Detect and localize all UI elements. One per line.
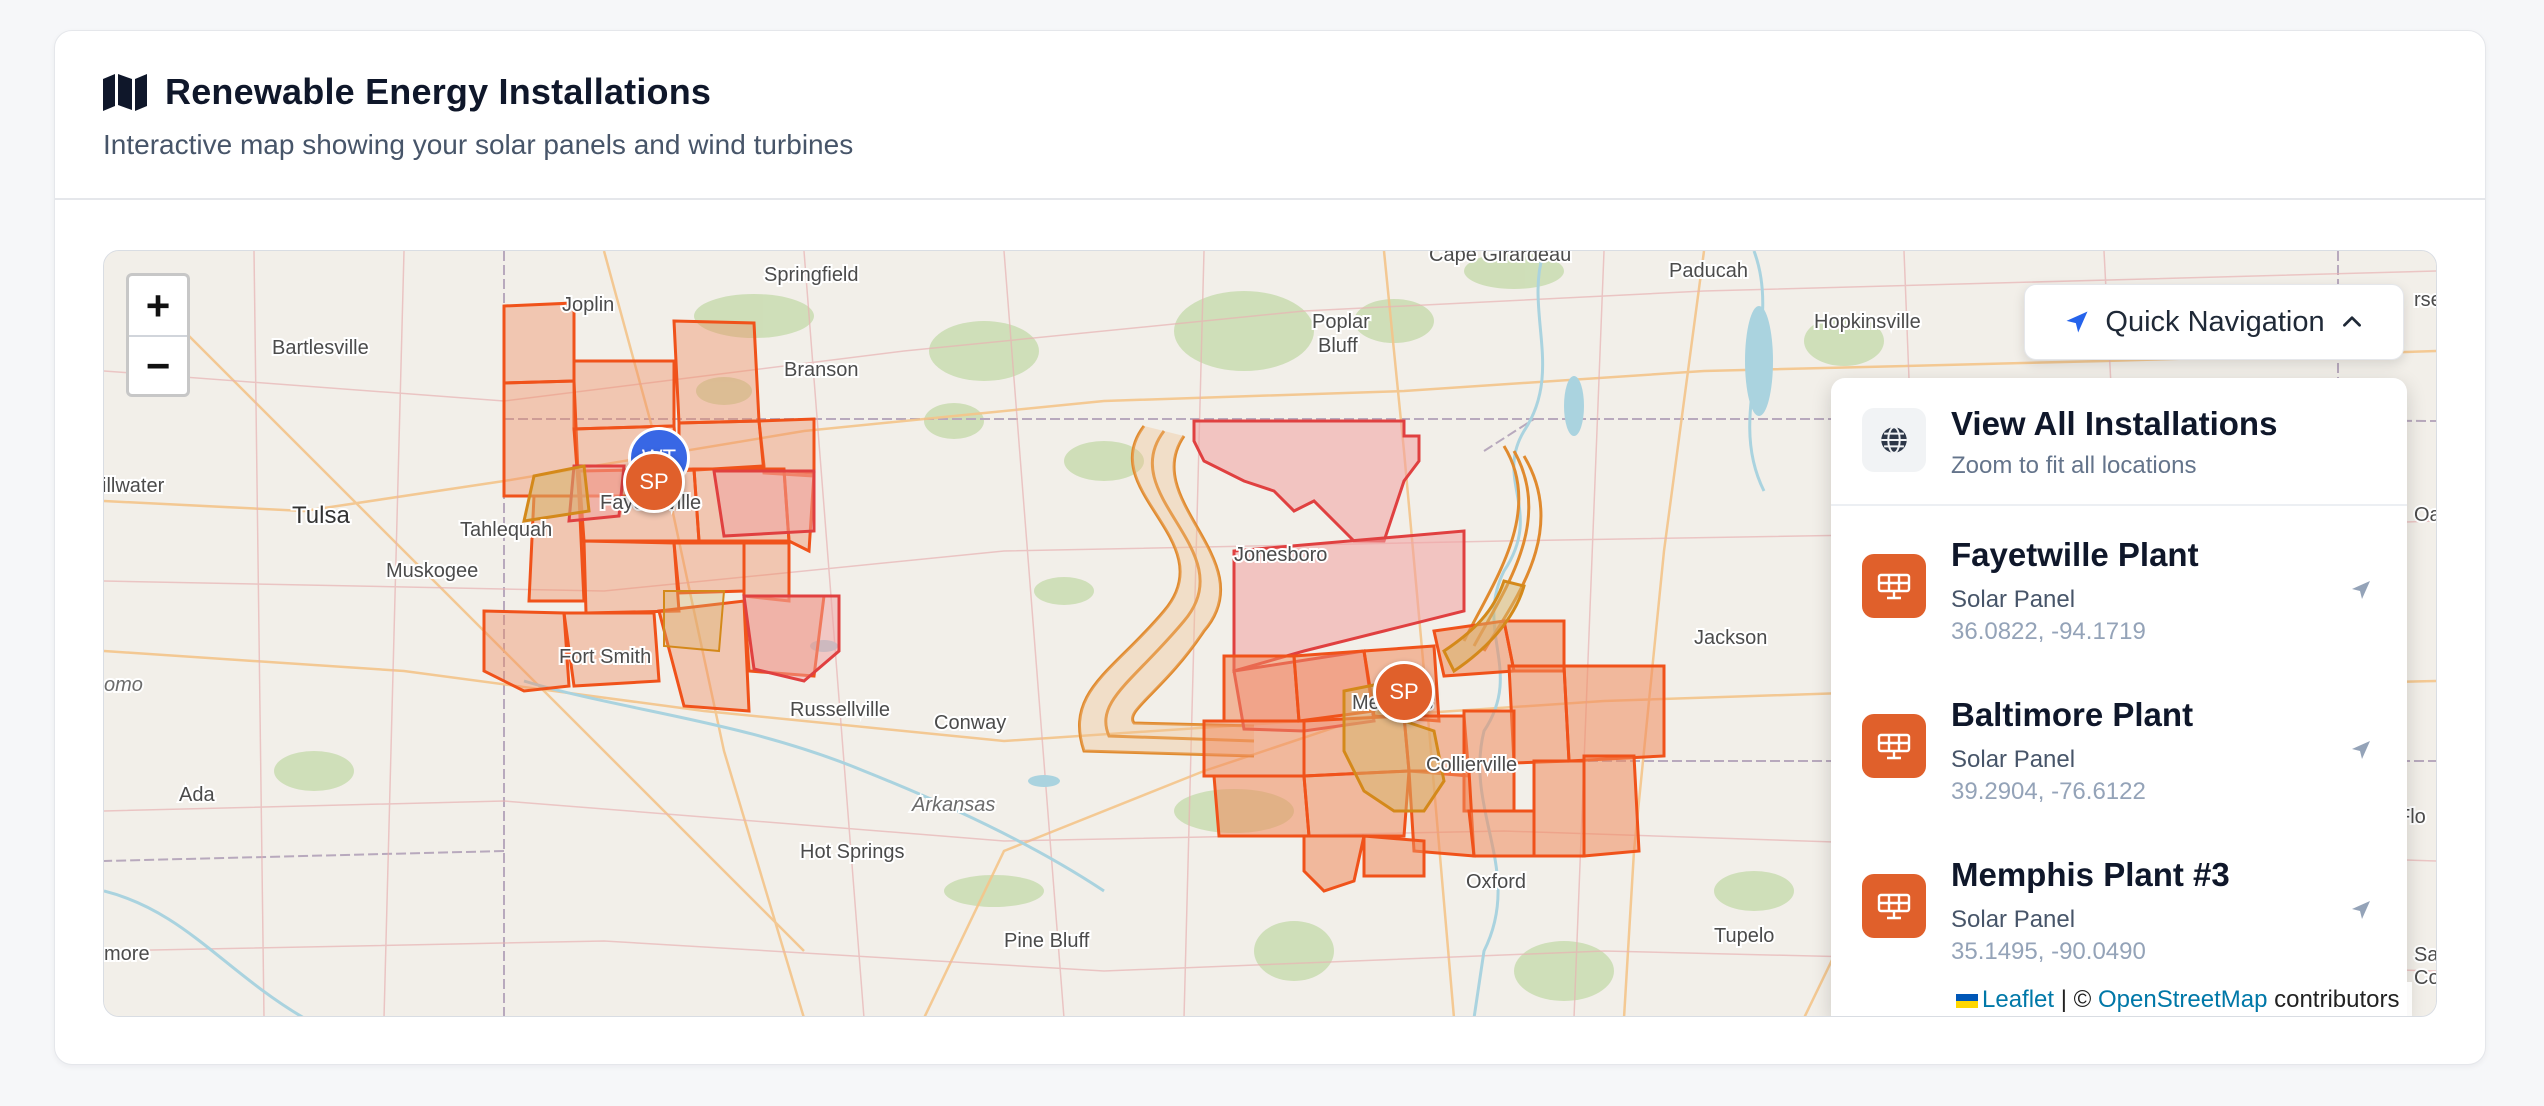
installation-coordinates: 36.0822, -94.1719 [1951,618,2146,645]
place-label: rse [2414,289,2437,311]
installation-name: Fayetwille Plant [1951,536,2199,573]
navigation-arrow-icon[interactable] [2349,898,2373,922]
installation-type: Solar Panel [1951,906,2076,933]
installation-item-memphis[interactable]: Memphis Plant #3 Solar Panel 35.1495, -9… [1831,826,2407,986]
place-label: more [104,943,150,965]
place-label: omo [104,674,143,696]
place-label: Collierville [1426,754,1517,776]
installation-coordinates: 35.1495, -90.0490 [1951,938,2146,965]
ukraine-flag-icon [1956,993,1978,1008]
place-label: Tupelo [1714,925,1774,947]
place-label: Hot Springs [800,841,905,863]
map-attribution: Leaflet | © OpenStreetMap contributors [1944,982,2412,1016]
installation-coordinates: 39.2904, -76.6122 [1951,778,2146,805]
zoom-in-button[interactable]: + [129,276,187,335]
navigation-arrow-icon[interactable] [2349,578,2373,602]
solar-panel-icon [1862,554,1926,618]
place-label: Oxford [1466,871,1526,893]
place-label: Russellville [790,699,890,721]
place-label: Bartlesville [272,337,369,359]
map-icon [103,74,147,111]
place-label: Tulsa [292,502,350,529]
quick-navigation-button[interactable]: Quick Navigation [2024,284,2404,360]
navigation-arrow-icon[interactable] [2349,738,2373,762]
fayetteville-flood-zone [663,590,726,653]
place-label: Tahlequah [460,519,552,541]
place-label: Arkansas [911,794,995,816]
place-label: Cape Girardeau [1429,251,1571,266]
installation-type: Solar Panel [1951,746,2076,773]
installation-item-baltimore[interactable]: Baltimore Plant Solar Panel 39.2904, -76… [1831,666,2407,826]
view-all-installations-item[interactable]: View All Installations Zoom to fit all l… [1831,378,2407,506]
chevron-up-icon [2342,316,2361,327]
place-label: illwater [104,475,165,497]
place-label: Springfield [764,264,859,286]
card-header: Renewable Energy Installations Interacti… [55,31,2485,200]
installation-name: Memphis Plant #3 [1951,856,2230,893]
solar-panel-icon [1862,714,1926,778]
view-all-title: View All Installations [1951,405,2278,442]
zoom-control: + − [126,273,190,397]
attribution-copyright: © [2073,986,2092,1013]
globe-icon [1862,408,1926,472]
quick-navigation-panel: View All Installations Zoom to fit all l… [1831,378,2407,1016]
leaflet-link[interactable]: Leaflet [1982,986,2054,1013]
place-label: Conway [934,712,1006,734]
zoom-out-button[interactable]: − [129,335,187,394]
place-label: Pine Bluff [1004,930,1090,952]
installations-card: Renewable Energy Installations Interacti… [54,30,2486,1065]
place-label: Sar [2414,944,2437,966]
location-arrow-icon [2066,311,2088,333]
solar-panel-marker[interactable]: SP [623,451,685,513]
place-label: Bluff [1318,335,1358,357]
solar-panel-marker[interactable]: SP [1373,661,1435,723]
quick-navigation-label: Quick Navigation [2105,305,2325,338]
place-label: Paducah [1669,260,1748,282]
map-container[interactable]: Joplin Springfield Cape Girardeau Paduca… [103,250,2437,1017]
place-label: Muskogee [386,560,478,582]
view-all-subtitle: Zoom to fit all locations [1951,452,2197,479]
place-label: Ada [179,784,215,806]
place-label: Jackson [1694,627,1767,649]
openstreetmap-link[interactable]: OpenStreetMap [2098,986,2267,1013]
page-title: Renewable Energy Installations [165,71,712,112]
attribution-contributors: contributors [2274,986,2400,1013]
lake [1028,775,1060,787]
title-row: Renewable Energy Installations [101,71,711,113]
installation-type: Solar Panel [1951,586,2076,613]
lake [1745,306,1773,416]
lake [1564,376,1584,436]
place-label: Fort Smith [559,646,651,668]
place-label: Hopkinsville [1814,311,1921,333]
place-label: Poplar [1312,311,1370,333]
place-label: Jonesboro [1234,544,1327,566]
place-label: Oa [2414,504,2437,526]
installation-item-fayetwille[interactable]: Fayetwille Plant Solar Panel 36.0822, -9… [1831,506,2407,666]
place-label: Joplin [562,294,614,316]
place-label: Branson [784,359,859,381]
solar-panel-icon [1862,874,1926,938]
attribution-separator: | [2060,986,2067,1013]
installation-name: Baltimore Plant [1951,696,2194,733]
page-subtitle: Interactive map showing your solar panel… [103,129,854,160]
place-label: Co [2414,967,2437,989]
